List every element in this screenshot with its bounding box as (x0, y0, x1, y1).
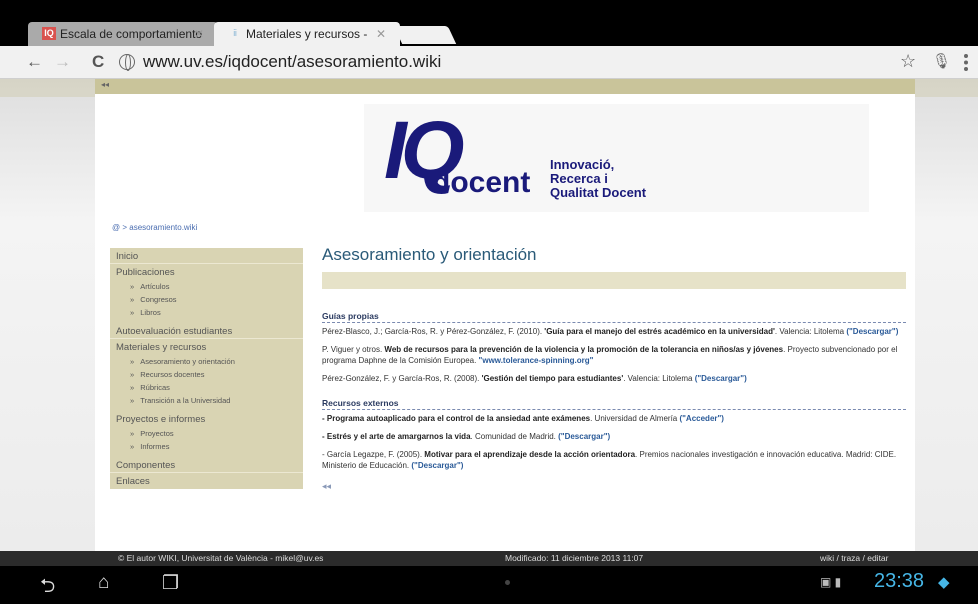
reference-item: - Programa autoaplicado para el control … (322, 414, 724, 423)
tab-label: Materiales y recursos - (246, 27, 368, 41)
home-icon[interactable]: ⌂ (98, 572, 109, 594)
menu-icon[interactable] (964, 54, 969, 71)
page-title: Asesoramiento y orientación (322, 245, 537, 264)
footer-modified: Modificado: 11 diciembre 2013 11:07 (505, 553, 644, 563)
footer-wiki-links[interactable]: wiki / traza / editar (820, 553, 889, 563)
globe-icon (119, 54, 135, 71)
clock: 23:38 (874, 570, 925, 592)
recent-apps-icon[interactable]: ❐ (162, 572, 179, 595)
sidebar-item-articulos[interactable]: Artículos (110, 280, 303, 293)
logo-tagline: Innovació, Recerca i Qualitat Docent (550, 157, 647, 200)
sidebar-item-proyectos-informes[interactable]: Proyectos e informes (110, 411, 303, 427)
sidebar-item-inicio[interactable]: Inicio (110, 248, 303, 264)
breadcrumb[interactable]: @ > asesoramiento.wiki (112, 223, 197, 232)
sidebar-item-publicaciones[interactable]: Publicaciones (110, 264, 303, 280)
address-bar[interactable]: www.uv.es/iqdocent/asesoramiento.wiki (143, 52, 441, 72)
section-heading-guias: Guías propias (322, 311, 906, 323)
access-link[interactable]: ("Acceder") (679, 414, 724, 423)
download-link[interactable]: ("Descargar") (558, 432, 610, 441)
sidebar-item-congresos[interactable]: Congresos (110, 293, 303, 306)
nav-dot (505, 580, 510, 585)
close-icon[interactable]: ✕ (194, 27, 204, 41)
reference-item: Pérez-González, F. y García-Ros, R. (200… (322, 374, 747, 383)
microphone-icon[interactable]: 🎙 (932, 52, 951, 70)
site-logo[interactable]: IQ docent Innovació, Recerca i Qualitat … (364, 104, 869, 212)
web-viewport: ◂◂ IQ docent Innovació, Recerca i Qualit… (0, 79, 978, 551)
back-icon[interactable]: ← (26, 52, 43, 72)
footer-author[interactable]: © El autor WIKI, Universitat de València… (118, 553, 323, 563)
download-link[interactable]: ("Descargar") (411, 461, 463, 470)
back-arrow-icon[interactable]: ◂◂ (322, 481, 906, 492)
sidebar-item-proyectos[interactable]: Proyectos (110, 427, 303, 440)
reference-item: - Estrés y el arte de amargarnos la vida… (322, 432, 611, 441)
back-nav-icon[interactable]: ⮌ (40, 572, 55, 604)
title-bar (322, 272, 906, 289)
close-icon[interactable]: ✕ (376, 27, 386, 41)
tab-escala[interactable]: IQ Escala de comportamiento ✕ (28, 22, 218, 46)
reference-item: - García Legazpe, F. (2005). Motivar par… (322, 450, 897, 470)
wifi-icon: ◆ (938, 574, 950, 591)
sidebar-item-asesoramiento[interactable]: Asesoramiento y orientación (110, 355, 303, 368)
main-content: Asesoramiento y orientación Guías propia… (322, 245, 906, 492)
favicon-icon: IQ (42, 27, 56, 40)
sidebar-item-rubricas[interactable]: Rúbricas (110, 381, 303, 394)
reload-icon[interactable]: C (92, 52, 104, 72)
sidebar-nav: Inicio Publicaciones Artículos Congresos… (110, 248, 303, 489)
favicon-icon: ⅱ (232, 28, 238, 38)
reference-item: Pérez-Blasco, J.; García-Ros, R. y Pérez… (322, 327, 899, 336)
sidebar-item-libros[interactable]: Libros (110, 306, 303, 323)
sidebar-item-transicion[interactable]: Transición a la Universidad (110, 394, 303, 411)
sidebar-item-materiales[interactable]: Materiales y recursos (110, 339, 303, 355)
reference-item: P. Viguer y otros. Web de recursos para … (322, 345, 898, 365)
sidebar-item-enlaces[interactable]: Enlaces (110, 473, 303, 489)
tab-strip: IQ Escala de comportamiento ✕ ⅱ Materiales … (0, 0, 978, 46)
section-heading-externos: Recursos externos (322, 398, 906, 410)
sidebar-item-autoevaluacion[interactable]: Autoevaluación estudiantes (110, 323, 303, 339)
sidebar-item-recursos-docentes[interactable]: Recursos docentes (110, 368, 303, 381)
forward-icon[interactable]: → (54, 52, 71, 72)
new-tab-button[interactable] (393, 26, 457, 44)
system-navigation-bar: ⮌ ⌂ ❐ ▣ ▮ 23:38 ◆ (0, 566, 978, 598)
website-link[interactable]: "www.tolerance-spinning.org" (479, 356, 594, 365)
page-footer: © El autor WIKI, Universitat de València… (0, 551, 978, 566)
notification-icons: ▣ ▮ (820, 575, 842, 589)
top-strip[interactable]: ◂◂ (95, 79, 915, 94)
tab-materiales[interactable]: ⅱ Materiales y recursos - ✕ (214, 22, 400, 46)
tab-label: Escala de comportamiento (60, 27, 203, 41)
sidebar-item-informes[interactable]: Informes (110, 440, 303, 457)
sidebar-item-componentes[interactable]: Componentes (110, 457, 303, 473)
logo-wordmark: docent (432, 166, 531, 199)
browser-toolbar: ← → C www.uv.es/iqdocent/asesoramiento.w… (0, 46, 978, 79)
page-container: ◂◂ IQ docent Innovació, Recerca i Qualit… (95, 79, 915, 551)
download-link[interactable]: ("Descargar") (846, 327, 898, 336)
bookmark-star-icon[interactable]: ☆ (900, 51, 916, 72)
download-link[interactable]: ("Descargar") (695, 374, 747, 383)
